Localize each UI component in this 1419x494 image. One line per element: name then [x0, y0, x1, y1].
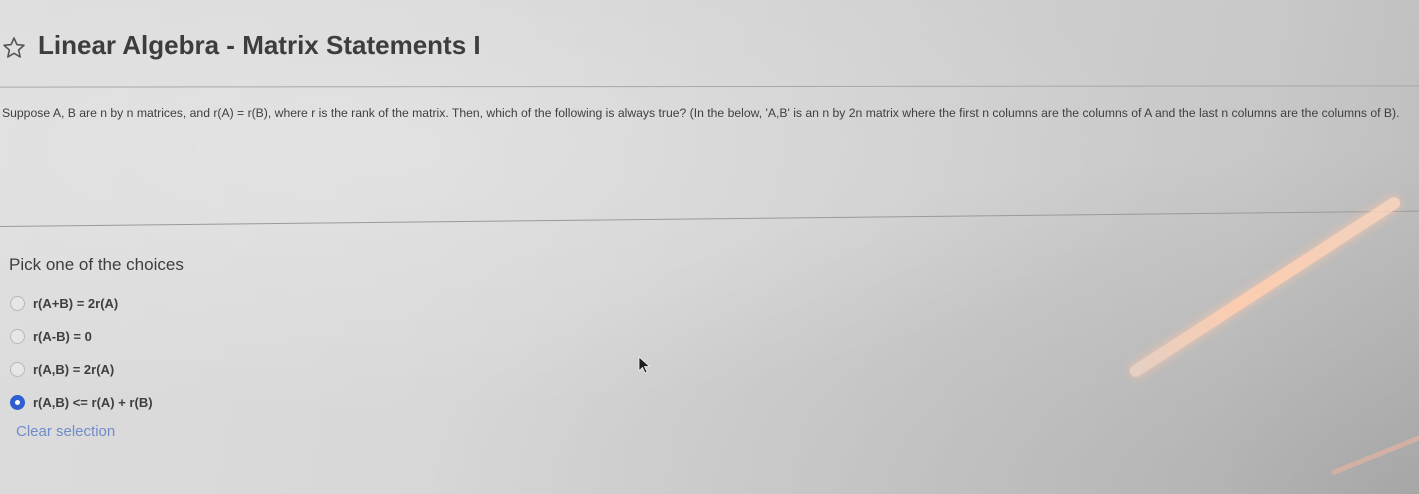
choice-option-4[interactable]: r(A,B) <= r(A) + r(B): [10, 395, 153, 410]
choice-label: r(A+B) = 2r(A): [33, 296, 119, 311]
choice-label: r(A,B) = 2r(A): [33, 362, 115, 377]
radio-button[interactable]: [10, 296, 25, 311]
question-divider: [0, 210, 1419, 227]
radio-button-selected[interactable]: [10, 395, 25, 410]
screen-glare-small: [1330, 433, 1419, 476]
question-text: Suppose A, B are n by n matrices, and r(…: [2, 106, 1400, 120]
radio-button[interactable]: [10, 329, 25, 344]
page-header: Linear Algebra - Matrix Statements I: [0, 0, 1419, 84]
page-title: Linear Algebra - Matrix Statements I: [38, 30, 481, 60]
mouse-cursor-icon: [638, 356, 651, 374]
choice-label: r(A-B) = 0: [33, 329, 92, 344]
choice-option-1[interactable]: r(A+B) = 2r(A): [10, 296, 118, 311]
choice-option-3[interactable]: r(A,B) = 2r(A): [10, 362, 114, 377]
header-divider: [0, 85, 1419, 88]
choice-option-2[interactable]: r(A-B) = 0: [10, 329, 92, 344]
choices-heading: Pick one of the choices: [9, 255, 184, 274]
screen-glare: [1127, 194, 1403, 380]
radio-button[interactable]: [10, 362, 25, 377]
choice-label: r(A,B) <= r(A) + r(B): [33, 395, 153, 410]
star-icon[interactable]: [2, 36, 26, 60]
clear-selection-link[interactable]: Clear selection: [16, 423, 115, 440]
